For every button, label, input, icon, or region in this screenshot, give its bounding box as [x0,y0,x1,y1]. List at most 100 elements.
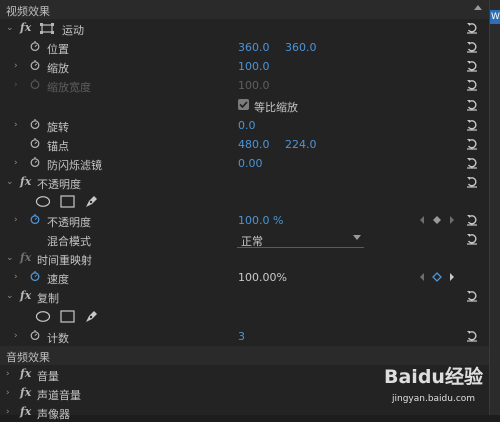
keyframe-navigator[interactable] [418,271,456,283]
chevron-right-icon[interactable]: › [6,369,10,379]
scale-row: › 缩放 100.0 [0,57,489,76]
reset-icon[interactable] [466,99,478,111]
stopwatch-icon[interactable] [30,138,40,148]
blend-mode-dropdown[interactable]: 正常 [237,231,364,248]
opacity-property-value[interactable]: 100.0 % [238,214,283,227]
chevron-down-icon[interactable]: ⌄ [6,253,14,263]
reset-icon[interactable] [466,157,478,169]
reset-icon[interactable] [466,138,478,150]
chevron-right-icon[interactable]: › [14,61,18,71]
blend-mode-label: 混合模式 [47,235,91,248]
fx-toggle-icon[interactable]: fx [20,405,31,418]
reset-icon[interactable] [466,330,478,342]
audio-effect-row[interactable]: › fx 声像器 [0,403,489,422]
reset-icon[interactable] [466,233,478,245]
chevron-right-icon[interactable]: › [14,158,18,168]
motion-title: 运动 [62,24,84,37]
rotation-value[interactable]: 0.0 [238,119,256,132]
reset-icon[interactable] [466,79,478,91]
opacity-effect-row[interactable]: ⌄ fx 不透明度 [0,173,489,192]
chevron-right-icon[interactable]: › [14,215,18,225]
speed-value[interactable]: 100.00% [238,271,287,284]
audio-effect-label: 音量 [37,370,59,383]
stopwatch-active-icon[interactable] [30,271,40,281]
fx-toggle-icon: fx [20,251,32,264]
chevron-right-icon[interactable]: › [14,120,18,130]
anchor-x-value[interactable]: 480.0 [238,138,270,151]
reset-icon[interactable] [466,290,478,302]
ellipse-mask-icon[interactable] [35,310,53,323]
scroll-up-icon[interactable] [474,5,482,10]
right-panel-tab[interactable]: W [490,10,500,24]
position-label: 位置 [47,43,69,56]
scale-width-row: › 缩放宽度 100.0 [0,76,489,95]
chevron-down-icon[interactable]: ⌄ [6,291,14,301]
audio-effects-title: 音频效果 [6,351,50,364]
fx-toggle-icon[interactable]: fx [20,386,31,399]
chevron-right-icon[interactable]: › [14,331,18,341]
scale-label: 缩放 [47,62,69,75]
reset-icon[interactable] [466,119,478,131]
position-row: 位置 360.0 360.0 [0,38,489,57]
keyframe-navigator[interactable] [418,214,456,226]
opacity-title: 不透明度 [37,178,81,191]
opacity-property-label: 不透明度 [47,216,91,229]
blend-mode-value: 正常 [241,235,263,248]
stopwatch-icon[interactable] [30,119,40,129]
fx-toggle-icon[interactable]: fx [20,21,31,34]
reset-icon[interactable] [466,41,478,53]
pen-mask-icon[interactable] [84,195,98,209]
time-remap-title: 时间重映射 [37,254,92,267]
audio-effect-row[interactable]: › fx 音量 [0,365,489,384]
stopwatch-icon[interactable] [30,60,40,70]
anti-flicker-value[interactable]: 0.00 [238,157,263,170]
chevron-right-icon: › [14,80,18,90]
reset-icon[interactable] [466,60,478,72]
audio-effect-row[interactable]: › fx 声道音量 [0,384,489,403]
stopwatch-icon[interactable] [30,330,40,340]
position-y-value[interactable]: 360.0 [285,41,317,54]
pen-mask-icon[interactable] [84,310,98,324]
transform-box-icon[interactable] [40,23,54,34]
ellipse-mask-icon[interactable] [35,195,53,208]
anchor-y-value[interactable]: 224.0 [285,138,317,151]
scale-value[interactable]: 100.0 [238,60,270,73]
right-panel-strip: W [489,0,500,415]
count-value[interactable]: 3 [238,330,245,343]
audio-effect-label: 声像器 [37,408,70,421]
scale-width-value: 100.0 [238,79,270,92]
stopwatch-icon[interactable] [30,41,40,51]
chevron-down-icon[interactable]: ⌄ [6,177,14,187]
stopwatch-active-icon[interactable] [30,214,40,224]
chevron-right-icon[interactable]: › [6,388,10,398]
rotation-label: 旋转 [47,121,69,134]
reset-icon[interactable] [466,22,478,34]
time-remap-row[interactable]: ⌄ fx 时间重映射 [0,249,489,268]
chevron-right-icon[interactable]: › [14,272,18,282]
speed-label: 速度 [47,273,69,286]
audio-effect-label: 声道音量 [37,389,81,402]
effect-controls-panel: 视频效果 ⌄ fx 运动 位置 360.0 360.0 › 缩放 100.0 ›… [0,0,489,421]
rectangle-mask-icon[interactable] [60,195,76,208]
fx-toggle-icon[interactable]: fx [20,367,31,380]
fx-toggle-icon[interactable]: fx [20,289,31,302]
chevron-down-icon[interactable]: ⌄ [6,23,14,33]
motion-effect-row[interactable]: ⌄ fx 运动 [0,19,489,38]
video-effects-header: 视频效果 [0,0,489,19]
stopwatch-icon [30,79,40,89]
stopwatch-icon[interactable] [30,157,40,167]
uniform-scale-checkbox[interactable] [238,99,249,110]
blend-mode-row: 混合模式 正常 [0,230,489,249]
rectangle-mask-icon[interactable] [60,310,76,323]
opacity-mask-tools-row [0,192,489,211]
reset-icon[interactable] [466,176,478,188]
copy-effect-row[interactable]: ⌄ fx 复制 [0,287,489,306]
uniform-scale-row: 等比缩放 [0,96,489,115]
chevron-right-icon[interactable]: › [6,407,10,417]
audio-effects-header: 音频效果 [0,346,489,365]
position-x-value[interactable]: 360.0 [238,41,270,54]
fx-toggle-icon[interactable]: fx [20,175,31,188]
reset-icon[interactable] [466,214,478,226]
anchor-row: 锚点 480.0 224.0 [0,135,489,154]
count-label: 计数 [47,332,69,345]
